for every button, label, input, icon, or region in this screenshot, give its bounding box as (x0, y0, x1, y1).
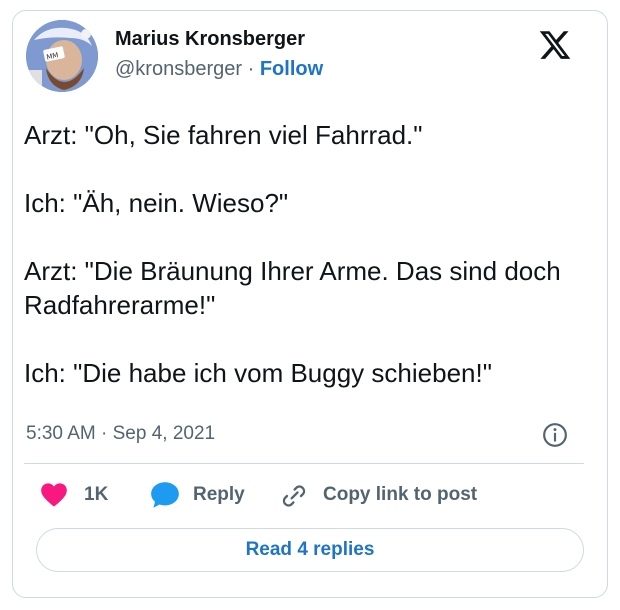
author-handle[interactable]: @kronsberger (115, 58, 242, 80)
tweet-line: Ich: "Die habe ich vom Buggy schieben!" (24, 358, 492, 388)
tweet-timestamp[interactable]: 5:30 AM · Sep 4, 2021 (26, 423, 215, 445)
tweet-text: Arzt: "Oh, Sie fahren viel Fahrrad." Ich… (24, 118, 584, 390)
handle-separator: · (247, 58, 255, 80)
x-logo-icon[interactable] (538, 28, 572, 62)
like-count[interactable]: 1K (84, 484, 108, 506)
copy-link-button[interactable]: Copy link to post (323, 484, 477, 506)
follow-button[interactable]: Follow (260, 58, 323, 80)
read-replies-button[interactable]: Read 4 replies (36, 528, 584, 572)
heart-icon[interactable] (40, 482, 68, 508)
reply-button[interactable]: Reply (193, 484, 245, 506)
tweet-line: Ich: "Äh, nein. Wieso?" (24, 188, 289, 218)
tweet-line: Arzt: "Oh, Sie fahren viel Fahrrad." (24, 120, 423, 150)
tweet-date: Sep 4, 2021 (112, 423, 216, 444)
author-handle-row: @kronsberger · Follow (115, 58, 323, 81)
reply-icon[interactable] (150, 481, 180, 509)
divider (24, 463, 584, 464)
link-icon[interactable] (280, 482, 308, 510)
tweet-time: 5:30 AM (26, 423, 96, 444)
avatar[interactable]: MM (26, 20, 98, 92)
timestamp-separator: · (101, 423, 108, 444)
tweet-line: Arzt: "Die Bräunung Ihrer Arme. Das sind… (24, 256, 561, 320)
author-name[interactable]: Marius Kronsberger (115, 28, 305, 51)
info-icon[interactable] (542, 422, 568, 448)
